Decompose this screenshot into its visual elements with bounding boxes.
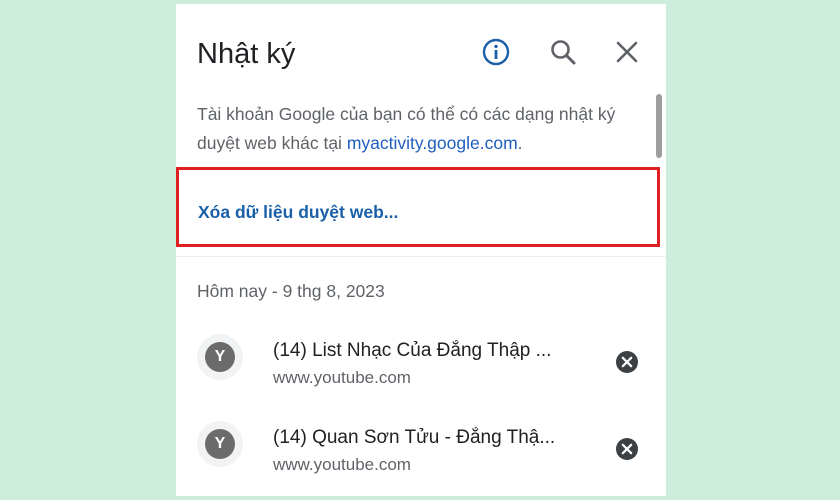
remove-history-item-button[interactable] [614, 436, 640, 462]
history-panel: Nhật ký Tài khoản Google của bạn có thể … [176, 4, 666, 496]
clear-browsing-data-link[interactable]: Xóa dữ liệu duyệt web... [198, 202, 398, 223]
history-item-title: (14) List Nhạc Của Đẳng Thập ... [273, 340, 552, 361]
myactivity-link[interactable]: myactivity.google.com [347, 133, 518, 153]
page-title: Nhật ký [197, 38, 296, 70]
close-icon [616, 41, 638, 63]
info-button[interactable] [476, 32, 516, 72]
remove-icon [616, 438, 638, 460]
history-item[interactable]: Y (14) List Nhạc Của Đẳng Thập ... www.y… [176, 322, 666, 392]
search-button[interactable] [543, 32, 583, 72]
youtube-favicon-icon: Y [205, 342, 235, 372]
remove-icon [616, 351, 638, 373]
scrollbar[interactable] [656, 94, 662, 158]
activity-info-text: Tài khoản Google của bạn có thể có các d… [197, 100, 637, 158]
history-item-url: www.youtube.com [273, 368, 411, 387]
date-header: Hôm nay - 9 thg 8, 2023 [197, 281, 385, 301]
close-button[interactable] [607, 32, 647, 72]
search-icon [551, 40, 576, 65]
history-item[interactable]: Y (14) Quan Sơn Tửu - Đẳng Thậ... www.yo… [176, 409, 666, 479]
history-item-url: www.youtube.com [273, 455, 411, 474]
history-item-title: (14) Quan Sơn Tửu - Đẳng Thậ... [273, 427, 556, 448]
info-icon [482, 38, 510, 66]
youtube-favicon-icon: Y [205, 429, 235, 459]
remove-history-item-button[interactable] [614, 349, 640, 375]
info-text-end: . [517, 133, 523, 153]
divider [176, 256, 666, 257]
